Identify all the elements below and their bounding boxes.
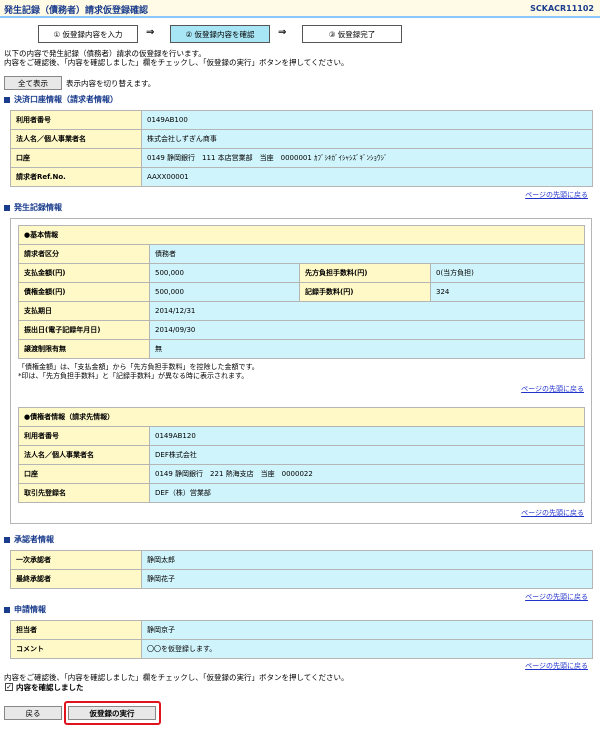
table-row: 請求者区分 債務者	[18, 244, 586, 264]
step-arrow-icon: ⇒	[278, 27, 287, 38]
application-table: 担当者 静岡京子 コメント 〇〇を仮登録します。	[10, 620, 593, 659]
confirm-checkbox[interactable]: ✓	[5, 683, 13, 691]
step-3: ③ 仮登録完了	[302, 25, 402, 43]
step-1: ① 仮登録内容を入力	[38, 25, 138, 43]
note-claim-amount: 「債権金額」は、「支払金額」から「先方負担手数料」を控除した金額です。	[18, 363, 259, 371]
table-row: 取引先登録名 DEF（株）営業部	[18, 483, 586, 503]
table-row: 債権金額(円) 500,000 記録手数料(円) 324	[18, 282, 586, 302]
to-top-link[interactable]: ページの先頭に戻る	[521, 384, 584, 394]
page-title: 発生記録（債務者）請求仮登録確認	[4, 6, 149, 16]
section-application-title: 申請情報	[4, 604, 46, 615]
square-bullet-icon	[4, 204, 10, 211]
to-top-link[interactable]: ページの先頭に戻る	[525, 190, 588, 200]
note-asterisk: *印は、「先方負担手数料」と「記録手数料」が異なる時に表示されます。	[18, 372, 249, 380]
section-occurrence-title: 発生記録情報	[4, 202, 62, 213]
table-row: 支払金額(円) 500,000 先方負担手数料(円) 0(当方負担)	[18, 263, 586, 283]
square-bullet-icon	[4, 536, 10, 543]
title-bar: 発生記録（債務者）請求仮登録確認 SCKACR11102	[0, 0, 600, 18]
table-row: 振出日(電子記録年月日) 2014/09/30	[18, 320, 586, 340]
step-arrow-icon: ⇒	[146, 27, 155, 38]
square-bullet-icon	[4, 606, 10, 613]
footer-instruction: 内容をご確認後、「内容を確認しました」欄をチェックし、「仮登録の実行」ボタンを押…	[4, 673, 349, 682]
table-row: 口座 0149 静岡銀行 221 熱海支店 当座 0000022	[18, 464, 586, 484]
table-row: 口座 0149 静岡銀行 111 本店営業部 当座 0000001 ｶﾌﾞｼｷｶﾞ…	[10, 148, 593, 168]
section-approver-title: 承認者情報	[4, 534, 54, 545]
to-top-link[interactable]: ページの先頭に戻る	[521, 508, 584, 518]
basic-info-table: ●基本情報 請求者区分 債務者 支払金額(円) 500,000 先方負担手数料(円) 0…	[17, 225, 586, 359]
table-row: 支払期日 2014/12/31	[18, 301, 586, 321]
table-row: 譲渡制限有無無	[18, 339, 586, 359]
square-bullet-icon	[4, 96, 10, 103]
section-settlement-title: 決済口座情報（請求者情報）	[4, 94, 118, 105]
step-indicator: ① 仮登録内容を入力 ⇒ ② 仮登録内容を確認 ⇒ ③ 仮登録完了	[38, 25, 418, 43]
screen-code: SCKACR11102	[530, 4, 594, 13]
creditor-info-header: ●債権者情報（請求先情報）	[17, 407, 586, 427]
basic-info-header: ●基本情報	[17, 225, 586, 245]
table-row: 利用者番号 0149AB100	[10, 110, 593, 130]
table-row: 法人名／個人事業者名 株式会社しずぎん商事	[10, 129, 593, 149]
table-row: コメント 〇〇を仮登録します。	[10, 639, 593, 659]
display-all-button[interactable]: 全て表示	[4, 76, 62, 90]
to-top-link[interactable]: ページの先頭に戻る	[525, 592, 588, 602]
table-row: 請求者Ref.No. AAXX00001	[10, 167, 593, 187]
creditor-info-table: ●債権者情報（請求先情報） 利用者番号 0149AB120 法人名／個人事業者名 D…	[17, 407, 586, 503]
back-button[interactable]: 戻る	[4, 706, 62, 720]
settlement-table: 利用者番号 0149AB100 法人名／個人事業者名 株式会社しずぎん商事 口座 01…	[10, 110, 593, 187]
approver-table: 一次承認者 静岡太郎 最終承認者 静岡花子	[10, 550, 593, 589]
table-row: 最終承認者 静岡花子	[10, 569, 593, 589]
table-row: 利用者番号 0149AB120	[18, 426, 586, 446]
display-all-caption: 表示内容を切り替えます。	[66, 79, 156, 88]
intro-line-1: 以下の内容で発生記録（債務者）請求の仮登録を行います。	[4, 49, 206, 58]
to-top-link[interactable]: ページの先頭に戻る	[525, 661, 588, 671]
intro-line-2: 内容をご確認後、「内容を確認しました」欄をチェックし、「仮登録の実行」ボタンを押…	[4, 58, 349, 67]
table-row: 一次承認者 静岡太郎	[10, 550, 593, 570]
table-row: 担当者 静岡京子	[10, 620, 593, 640]
table-row: 法人名／個人事業者名 DEF株式会社	[18, 445, 586, 465]
step-2-current: ② 仮登録内容を確認	[170, 25, 270, 43]
confirm-checkbox-label[interactable]: 内容を確認しました	[16, 683, 84, 692]
execute-button[interactable]: 仮登録の実行	[68, 706, 156, 720]
